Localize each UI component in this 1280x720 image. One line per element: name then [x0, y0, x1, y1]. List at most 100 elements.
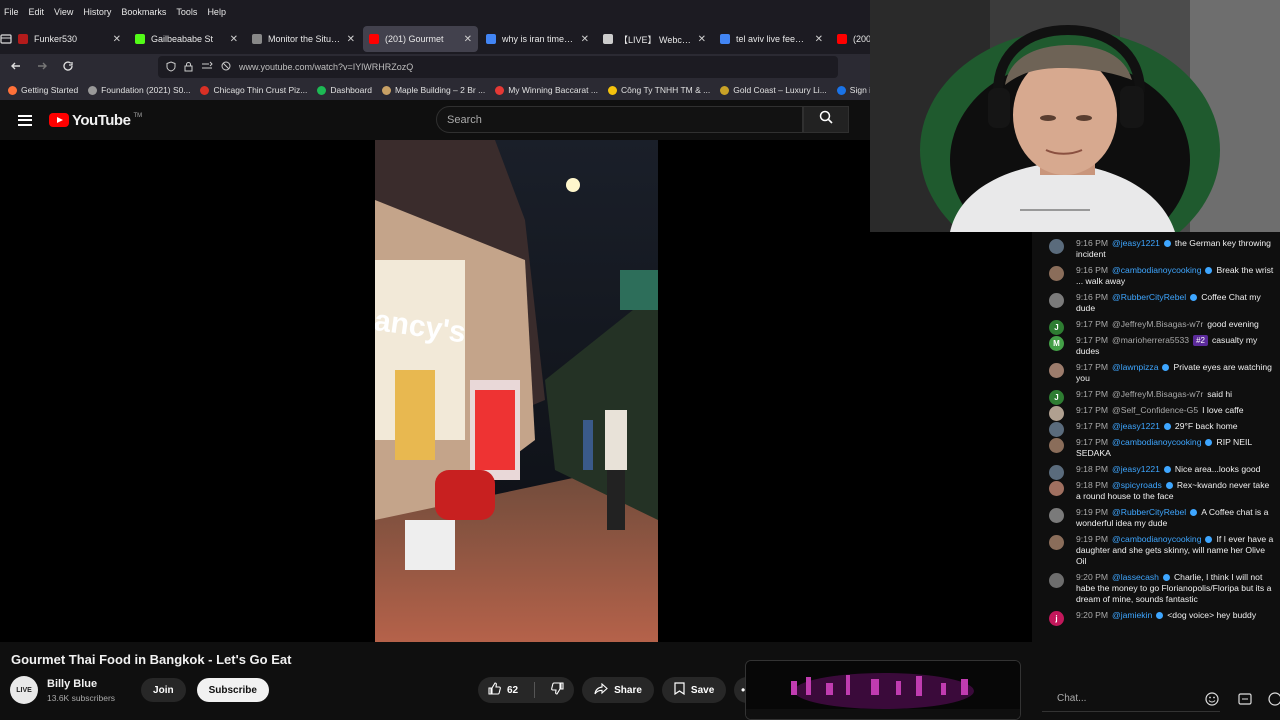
chat-avatar[interactable] — [1049, 573, 1064, 588]
menu-tools[interactable]: Tools — [176, 7, 197, 17]
chat-author[interactable]: @RubberCityRebel — [1112, 292, 1186, 302]
bookmark-item[interactable]: Foundation (2021) S0... — [88, 85, 190, 95]
menu-history[interactable]: History — [83, 7, 111, 17]
bookmark-item[interactable]: My Winning Baccarat ... — [495, 85, 598, 95]
tab-list-icon[interactable] — [0, 33, 12, 45]
channel-avatar[interactable]: LIVE — [10, 676, 38, 704]
close-tab-icon[interactable]: ✕ — [347, 34, 355, 45]
menu-bookmarks[interactable]: Bookmarks — [121, 7, 166, 17]
browser-tab[interactable]: why is iran time 30 ✕ — [480, 26, 595, 52]
join-button[interactable]: Join — [141, 678, 186, 702]
emoji-icon[interactable] — [1203, 690, 1221, 708]
browser-tab[interactable]: Monitor the Situatio ✕ — [246, 26, 361, 52]
chat-message[interactable]: 9:17 PM @jeasy1221 29°F back home — [1032, 421, 1280, 437]
chat-avatar[interactable] — [1049, 535, 1064, 550]
browser-tab[interactable]: Gailbeababe St ✕ — [129, 26, 244, 52]
browser-tab[interactable]: Funker530 ✕ — [12, 26, 127, 52]
chat-author[interactable]: @lawnpizza — [1112, 362, 1158, 372]
chat-message[interactable]: J 9:17 PM @JeffreyM.Bisagas-w7r good evenin… — [1032, 319, 1280, 335]
chat-avatar[interactable] — [1049, 508, 1064, 523]
recommended-video-thumbnail[interactable] — [745, 660, 1021, 720]
super-chat-icon[interactable] — [1236, 690, 1254, 708]
chat-author[interactable]: @cambodianoycooking — [1112, 437, 1201, 447]
search-button[interactable] — [803, 106, 849, 133]
permissions-icon[interactable] — [201, 61, 213, 73]
back-arrow-icon[interactable] — [10, 60, 22, 75]
chat-avatar[interactable] — [1049, 266, 1064, 281]
bookmark-item[interactable]: Chicago Thin Crust Piz... — [200, 85, 307, 95]
forward-arrow-icon[interactable] — [36, 60, 48, 75]
chat-author[interactable]: @RubberCityRebel — [1112, 507, 1186, 517]
chat-message[interactable]: 9:17 PM @cambodianoycooking RIP NEIL SEDAK… — [1032, 437, 1280, 459]
menu-view[interactable]: View — [54, 7, 73, 17]
chat-message[interactable]: 9:17 PM @Self_Confidence-G5 I love caffe — [1032, 405, 1280, 421]
chat-author[interactable]: @marioherrera5533 — [1112, 335, 1189, 345]
chat-avatar[interactable]: J — [1049, 390, 1064, 405]
shield-icon[interactable] — [166, 60, 176, 74]
youtube-logo[interactable]: YouTube TM — [49, 112, 142, 129]
chat-message[interactable]: 9:16 PM @jeasy1221 the German key throwing… — [1032, 238, 1280, 260]
close-tab-icon[interactable]: ✕ — [113, 34, 121, 45]
bookmark-item[interactable]: Dashboard — [317, 85, 372, 95]
chat-message[interactable]: M 9:17 PM @marioherrera5533 #2 casualty my d… — [1032, 335, 1280, 357]
chat-message[interactable]: 9:19 PM @RubberCityRebel A Coffee chat is … — [1032, 507, 1280, 529]
browser-tab[interactable]: (201) Gourmet ✕ — [363, 26, 478, 52]
chat-avatar[interactable] — [1049, 438, 1064, 453]
chat-author[interactable]: @jeasy1221 — [1112, 421, 1160, 431]
chat-avatar[interactable] — [1049, 293, 1064, 308]
menu-file[interactable]: File — [4, 7, 19, 17]
chat-input[interactable]: Chat... — [1042, 686, 1220, 712]
chat-avatar[interactable] — [1049, 465, 1064, 480]
chat-avatar[interactable]: J — [1049, 320, 1064, 335]
chat-message[interactable]: 9:18 PM @jeasy1221 Nice area...looks good — [1032, 464, 1280, 480]
bookmark-item[interactable]: Sign in - Dream — [836, 85, 870, 95]
browser-tab[interactable]: 【LIVE】 Webcam V ✕ — [597, 26, 712, 52]
url-text[interactable]: www.youtube.com/watch?v=IYlWRHRZozQ — [239, 62, 413, 72]
chat-author[interactable]: @cambodianoycooking — [1112, 265, 1201, 275]
chat-author[interactable]: @spicyroads — [1112, 480, 1162, 490]
browser-tab[interactable]: tel aviv live feed car ✕ — [714, 26, 829, 52]
chat-author[interactable]: @cambodianoycooking — [1112, 534, 1201, 544]
chat-author[interactable]: @JeffreyM.Bisagas-w7r — [1112, 319, 1203, 329]
bookmark-item[interactable]: Getting Started — [8, 85, 78, 95]
chat-message[interactable]: 9:17 PM @lawnpizza Private eyes are watchi… — [1032, 362, 1280, 384]
close-tab-icon[interactable]: ✕ — [698, 34, 706, 45]
bookmark-item[interactable]: Maple Building – 2 Br ... — [381, 85, 485, 95]
menu-edit[interactable]: Edit — [29, 7, 45, 17]
chat-avatar[interactable] — [1049, 406, 1064, 421]
chat-author[interactable]: @jamiekin — [1112, 610, 1152, 620]
mute-icon[interactable] — [221, 61, 231, 73]
chat-avatar[interactable] — [1049, 422, 1064, 437]
menu-help[interactable]: Help — [207, 7, 226, 17]
chat-author[interactable]: @lassecash — [1112, 572, 1159, 582]
channel-name[interactable]: Billy Blue — [47, 678, 115, 690]
close-tab-icon[interactable]: ✕ — [230, 34, 238, 45]
chat-author[interactable]: @jeasy1221 — [1112, 238, 1160, 248]
chat-message[interactable]: j 9:20 PM @jamiekin <dog voice> hey buddy — [1032, 610, 1280, 626]
close-tab-icon[interactable]: ✕ — [815, 34, 823, 45]
bookmark-item[interactable]: Công Ty TNHH TM & ... — [607, 85, 710, 95]
close-tab-icon[interactable]: ✕ — [581, 34, 589, 45]
chat-message[interactable]: J 9:17 PM @JeffreyM.Bisagas-w7r said hi — [1032, 389, 1280, 405]
chat-author[interactable]: @Self_Confidence-G5 — [1112, 405, 1198, 415]
chat-message[interactable]: 9:16 PM @cambodianoycooking Break the wris… — [1032, 265, 1280, 287]
menu-hamburger-icon[interactable] — [18, 114, 32, 126]
chat-message[interactable]: 9:20 PM @lassecash Charlie, I think I will… — [1032, 572, 1280, 605]
chat-message[interactable]: 9:16 PM @RubberCityRebel Coffee Chat my du… — [1032, 292, 1280, 314]
share-button[interactable]: Share — [582, 677, 654, 703]
bookmark-item[interactable]: Gold Coast – Luxury Li... — [720, 85, 827, 95]
chat-avatar[interactable] — [1049, 481, 1064, 496]
search-input[interactable]: Search — [436, 106, 803, 133]
save-button[interactable]: Save — [661, 677, 727, 703]
chat-message[interactable]: 9:18 PM @spicyroads Rex~kwando never take … — [1032, 480, 1280, 502]
subscribe-button[interactable]: Subscribe — [196, 678, 269, 702]
address-bar[interactable]: www.youtube.com/watch?v=IYlWRHRZozQ — [158, 56, 838, 78]
reload-icon[interactable] — [62, 60, 74, 75]
chat-avatar[interactable] — [1049, 363, 1064, 378]
video-frame[interactable]: ancy's — [375, 140, 658, 642]
chat-author[interactable]: @JeffreyM.Bisagas-w7r — [1112, 389, 1203, 399]
chat-avatar[interactable] — [1049, 239, 1064, 254]
chat-message[interactable]: 9:19 PM @cambodianoycooking If I ever have… — [1032, 534, 1280, 567]
dislike-button[interactable] — [541, 677, 574, 703]
close-tab-icon[interactable]: ✕ — [464, 34, 472, 45]
